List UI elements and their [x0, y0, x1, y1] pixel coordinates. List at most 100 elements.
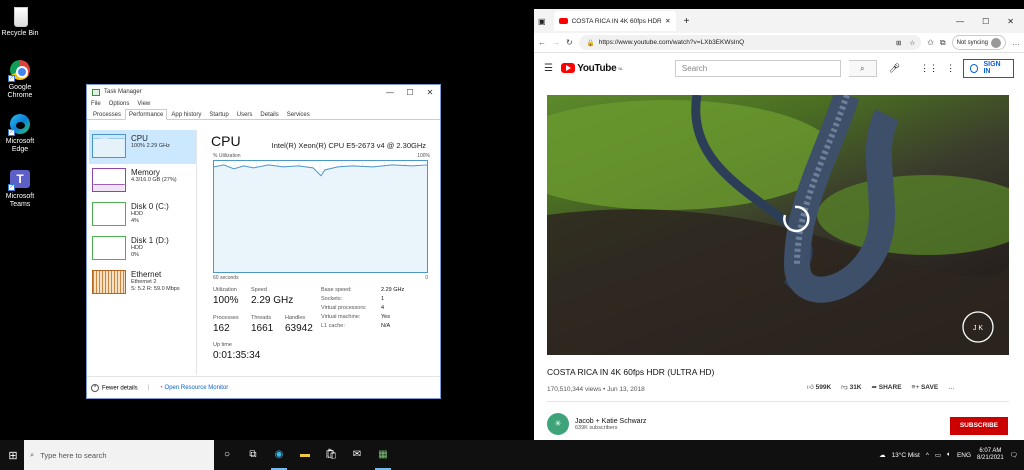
dislike-button[interactable]: 👎︎ 31K [841, 383, 861, 391]
browser-tab-youtube[interactable]: COSTA RICA IN 4K 60fps HDR (UL ✕ [553, 11, 676, 31]
back-arrow-icon[interactable]: ← [538, 38, 546, 47]
memory-mini-graph [92, 168, 126, 192]
tray-chevron-icon[interactable]: ^ [926, 452, 929, 459]
app-available-icon[interactable]: ⊞ [896, 39, 901, 47]
desktop-icon-edge[interactable]: ↗ Microsoft Edge [0, 112, 40, 154]
desktop-icon-recycle-bin[interactable]: Recycle Bin [0, 4, 40, 38]
dislike-count: 31K [849, 384, 862, 391]
maximize-button[interactable]: ☐ [982, 17, 989, 26]
notification-icon[interactable]: 🗨︎ [1010, 451, 1018, 459]
file-explorer-icon[interactable]: ▬ [292, 440, 318, 470]
tab-details[interactable]: Details [256, 109, 282, 119]
close-button[interactable]: ✕ [1007, 17, 1014, 26]
favorite-star-icon[interactable]: ☆ [909, 39, 915, 47]
threads-label: Threads [251, 315, 272, 321]
language-indicator[interactable]: ENG [957, 452, 971, 459]
speed-label: Speed [251, 287, 267, 293]
more-actions-icon[interactable]: … [948, 384, 955, 391]
video-player[interactable]: J K [547, 95, 1009, 355]
favorites-icon[interactable]: ✩ [927, 38, 934, 47]
mail-icon[interactable]: ✉ [344, 440, 370, 470]
channel-info: ✳ Jacob + Katie Schwarz 639K subscribers [547, 413, 646, 435]
menu-options[interactable]: Options [109, 101, 130, 107]
desktop-icon-teams[interactable]: T ↗ Microsoft Teams [0, 167, 40, 209]
desktop-icon-label: Recycle Bin [1, 30, 39, 37]
settings-dots-icon[interactable]: ⋮ [946, 63, 955, 74]
browser-tab-title: COSTA RICA IN 4K 60fps HDR (UL [571, 17, 662, 25]
tab-startup[interactable]: Startup [205, 109, 232, 119]
search-button[interactable]: ⌕ [849, 59, 877, 77]
close-button[interactable]: ✕ [420, 88, 440, 97]
minimize-button[interactable]: — [380, 88, 400, 97]
tab-processes[interactable]: Processes [89, 109, 125, 119]
forward-arrow-icon[interactable]: → [552, 38, 560, 47]
graph-max-label: 100% [417, 153, 430, 159]
resource-ethernet[interactable]: Ethernet Ethernet 2 S: 5.2 R: 59.0 Mbps [89, 266, 196, 300]
sign-in-label: SIGN IN [983, 61, 1001, 75]
like-button[interactable]: 👍︎ 599K [807, 383, 831, 391]
tab-app-history[interactable]: App history [167, 109, 205, 119]
handles-value: 63942 [285, 323, 313, 334]
network-icon[interactable]: ▭ [935, 451, 941, 459]
tab-performance[interactable]: Performance [125, 109, 168, 120]
maximize-button[interactable]: ☐ [400, 88, 420, 97]
task-view-icon[interactable]: ⧉ [240, 440, 266, 470]
resource-detail: 4.3/16.0 GB (27%) [131, 177, 177, 183]
channel-name[interactable]: Jacob + Katie Schwarz [575, 418, 646, 425]
sign-in-button[interactable]: SIGN IN [963, 58, 1014, 78]
tab-strip: ▣ COSTA RICA IN 4K 60fps HDR (UL ✕ + — ☐… [534, 9, 1024, 33]
url-field[interactable]: 🔒 https://www.youtube.com/watch?v=LXb3EK… [578, 35, 922, 50]
processes-value: 162 [213, 323, 230, 334]
clock[interactable]: 6:07 AM 8/21/2021 [977, 448, 1004, 462]
hamburger-menu-icon[interactable]: ☰ [544, 63, 553, 74]
menu-file[interactable]: File [91, 101, 101, 107]
minimize-button[interactable]: — [956, 17, 964, 26]
recycle-bin-icon [14, 7, 28, 27]
cortana-icon[interactable]: ○ [214, 440, 240, 470]
weather-icon: ☁ [879, 452, 886, 459]
taskbar-search-input[interactable]: ⌕ Type here to search [24, 440, 214, 470]
save-button[interactable]: ≡+ SAVE [912, 384, 939, 391]
microsoft-store-icon[interactable]: 🛍︎ [318, 440, 344, 470]
resource-disk-1[interactable]: Disk 1 (D:) HDD 0% [89, 232, 196, 266]
tab-close-icon[interactable]: ✕ [665, 17, 670, 25]
resource-memory[interactable]: Memory 4.3/16.0 GB (27%) [89, 164, 196, 198]
resource-detail: 100% 2.29 GHz [131, 143, 170, 149]
weather-text[interactable]: 13°C Mist [892, 452, 920, 459]
menu-view[interactable]: View [137, 101, 150, 107]
tab-actions-icon[interactable]: ▣ [538, 17, 546, 26]
windows-start-icon[interactable]: ⊞ [2, 449, 24, 462]
system-tray: ☁ 13°C Mist ^ ▭ 🔈︎ ENG 6:07 AM 8/21/2021… [879, 448, 1024, 462]
resource-disk-0[interactable]: Disk 0 (C:) HDD 4% [89, 198, 196, 232]
sync-button[interactable]: Not syncing [951, 35, 1006, 50]
tab-bar: Processes Performance App history Startu… [87, 109, 440, 120]
microphone-icon[interactable]: 🎤︎ [889, 63, 900, 74]
resource-cpu[interactable]: CPU 100% 2.29 GHz [89, 130, 196, 164]
task-manager-titlebar[interactable]: Task Manager — ☐ ✕ [87, 85, 440, 99]
resource-detail: 4% [131, 218, 139, 224]
more-menu-icon[interactable]: … [1012, 38, 1020, 47]
search-input[interactable]: Search [674, 59, 842, 77]
taskbar-edge-icon[interactable]: ◉ [266, 440, 292, 470]
tab-users[interactable]: Users [233, 109, 257, 119]
fewer-details-button[interactable]: ^ Fewer details [91, 383, 138, 392]
subscribe-button[interactable]: SUBSCRIBE [950, 417, 1008, 435]
taskbar-task-manager-icon[interactable]: ▦ [370, 440, 396, 470]
new-tab-button[interactable]: + [684, 16, 690, 27]
handles-label: Handles [285, 315, 306, 321]
clock-time: 6:07 AM [979, 448, 1002, 454]
desktop-icon-chrome[interactable]: ↗ Google Chrome [0, 58, 40, 100]
open-resource-monitor-link[interactable]: ◔ Open Resource Monitor [159, 385, 228, 391]
resource-monitor-label: Open Resource Monitor [164, 384, 229, 391]
youtube-logo[interactable]: YouTube NL [561, 63, 623, 74]
share-button[interactable]: ➦ SHARE [872, 383, 902, 391]
refresh-icon[interactable]: ↻ [566, 38, 573, 47]
volume-icon[interactable]: 🔈︎ [947, 451, 951, 459]
shortcut-arrow-icon: ↗ [8, 75, 15, 82]
base-speed-label: Base speed: [321, 287, 352, 293]
video-frame-snake-on-moss: J K [547, 95, 1009, 355]
collections-icon[interactable]: ⧉ [940, 38, 946, 48]
tab-services[interactable]: Services [283, 109, 314, 119]
apps-grid-icon[interactable]: ⋮⋮ [920, 63, 938, 74]
channel-avatar[interactable]: ✳ [547, 413, 569, 435]
